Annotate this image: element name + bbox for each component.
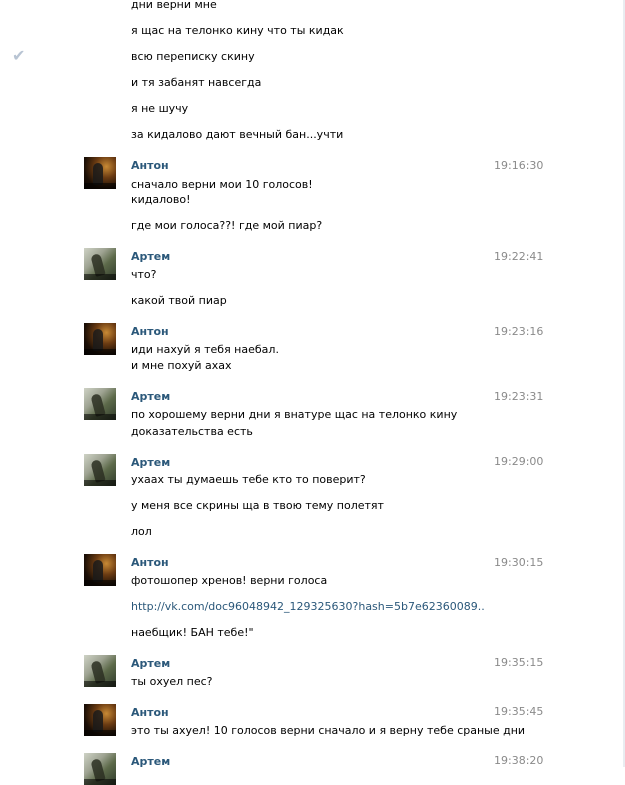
message-line: кидалово! [131, 193, 191, 206]
message-line: по хорошему верни дни я внатуре щас на т… [131, 408, 458, 421]
message-line: лол [131, 525, 152, 538]
message-time[interactable]: 19:29:00 [494, 455, 543, 468]
author-name[interactable]: Артем [131, 755, 170, 768]
message-line: за кидалово дают вечный бан...учти [131, 128, 344, 141]
avatar[interactable] [84, 554, 116, 586]
avatar[interactable] [84, 454, 116, 486]
avatar[interactable] [84, 753, 116, 785]
avatar[interactable] [84, 157, 116, 189]
author-name[interactable]: Артем [131, 250, 170, 263]
author-name[interactable]: Антон [131, 706, 169, 719]
chat-history: ✔ дни верни мне я щас на телонко кину чт… [0, 0, 625, 785]
message-line: иди нахуй я тебя наебал. [131, 343, 279, 356]
message-time[interactable]: 19:22:41 [494, 250, 543, 263]
message-line: фотошопер хренов! верни голоса [131, 574, 328, 587]
message-line: ты охуел пес? [131, 675, 213, 688]
message-line: ухаах ты думаешь тебе кто то поверит? [131, 473, 366, 486]
author-name[interactable]: Антон [131, 325, 169, 338]
message-time[interactable]: 19:23:31 [494, 390, 543, 403]
avatar[interactable] [84, 704, 116, 736]
message-line: я щас на телонко кину что ты кидак [131, 24, 344, 37]
message-line: это ты ахуел! 10 голосов верни сначало и… [131, 724, 526, 737]
avatar[interactable] [84, 323, 116, 355]
message-line: что? [131, 268, 157, 281]
message-time[interactable]: 19:35:45 [494, 705, 543, 718]
avatar[interactable] [84, 388, 116, 420]
message-line: у меня все скрины ща в твою тему полетят [131, 499, 384, 512]
message-line: доказательства есть [131, 425, 253, 438]
message-line: и мне похуй ахах [131, 359, 232, 372]
checkmark-icon: ✔ [12, 46, 26, 65]
message-line: дни верни мне [131, 0, 217, 11]
message-line: наебщик! БАН тебе!" [131, 626, 254, 639]
message-time[interactable]: 19:35:15 [494, 656, 543, 669]
message-time[interactable]: 19:38:20 [494, 754, 543, 767]
message-time[interactable]: 19:23:16 [494, 325, 543, 338]
message-link[interactable]: http://vk.com/doc96048942_129325630?hash… [131, 600, 485, 613]
author-name[interactable]: Антон [131, 556, 169, 569]
avatar[interactable] [84, 248, 116, 280]
author-name[interactable]: Антон [131, 159, 169, 172]
author-name[interactable]: Артем [131, 456, 170, 469]
author-name[interactable]: Артем [131, 390, 170, 403]
message-line: я не шучу [131, 102, 189, 115]
message-line: всю переписку скину [131, 50, 255, 63]
avatar[interactable] [84, 655, 116, 687]
message-line: и тя забанят навсегда [131, 76, 262, 89]
message-line: сначало верни мои 10 голосов! [131, 178, 313, 191]
message-time[interactable]: 19:16:30 [494, 159, 543, 172]
message-line: где мои голоса??! где мой пиар? [131, 219, 323, 232]
author-name[interactable]: Артем [131, 657, 170, 670]
message-time[interactable]: 19:30:15 [494, 556, 543, 569]
message-line: какой твой пиар [131, 294, 227, 307]
